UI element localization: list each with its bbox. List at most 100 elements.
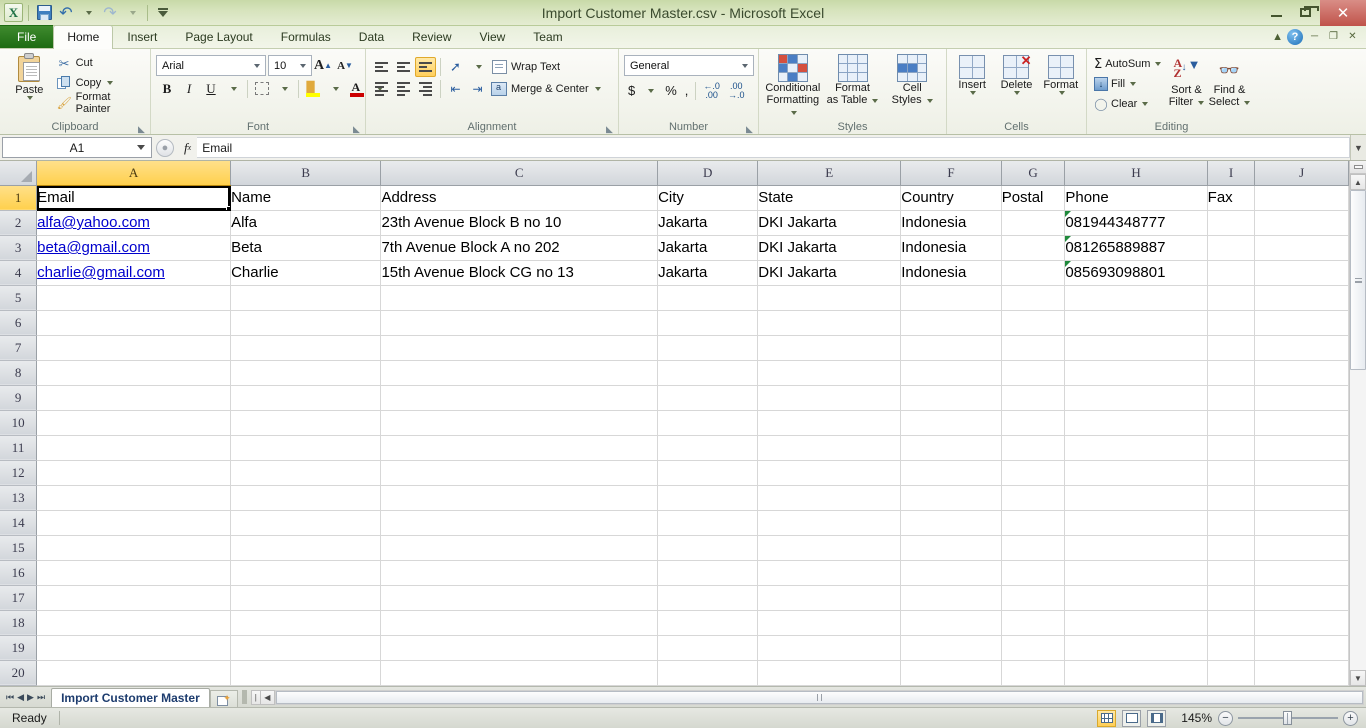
cell-B15[interactable] xyxy=(230,535,382,561)
cell-A5[interactable] xyxy=(36,285,232,311)
cell-A3[interactable]: beta@gmail.com xyxy=(36,235,232,261)
redo-icon[interactable]: ↷ xyxy=(100,3,120,23)
insert-cells-button[interactable]: Insert xyxy=(952,55,992,95)
cell-F7[interactable] xyxy=(900,335,1002,361)
cell-I16[interactable] xyxy=(1207,560,1256,586)
paste-button[interactable]: Paste xyxy=(5,52,54,100)
row-header-5[interactable]: 5 xyxy=(0,285,38,311)
cell-E19[interactable] xyxy=(757,635,902,661)
hscroll-left-button[interactable]: ◀ xyxy=(259,689,275,705)
cell-B19[interactable] xyxy=(230,635,382,661)
cell-D7[interactable] xyxy=(657,335,759,361)
cell-I6[interactable] xyxy=(1207,310,1256,336)
cell-C20[interactable] xyxy=(380,660,659,686)
cell-E6[interactable] xyxy=(757,310,902,336)
font-name-combobox[interactable]: Arial xyxy=(156,55,266,76)
cell-J15[interactable] xyxy=(1254,535,1349,561)
cell-D17[interactable] xyxy=(657,585,759,611)
cell-D16[interactable] xyxy=(657,560,759,586)
cell-F2[interactable]: Indonesia xyxy=(900,210,1002,236)
merge-center-button[interactable]: Merge & Center xyxy=(489,79,603,99)
cell-B4[interactable]: Charlie xyxy=(230,260,382,286)
cell-G13[interactable] xyxy=(1001,485,1066,511)
row-header-18[interactable]: 18 xyxy=(0,610,38,636)
row-header-2[interactable]: 2 xyxy=(0,210,38,236)
cell-D8[interactable] xyxy=(657,360,759,386)
cell-F6[interactable] xyxy=(900,310,1002,336)
scroll-down-button[interactable]: ▼ xyxy=(1350,670,1366,686)
column-header-c[interactable]: C xyxy=(380,161,659,186)
cell-D10[interactable] xyxy=(657,410,759,436)
cell-B1[interactable]: Name xyxy=(230,185,382,211)
cell-E4[interactable]: DKI Jakarta xyxy=(757,260,902,286)
cell-G11[interactable] xyxy=(1001,435,1066,461)
cell-E15[interactable] xyxy=(757,535,902,561)
cell-A14[interactable] xyxy=(36,510,232,536)
cell-A7[interactable] xyxy=(36,335,232,361)
cell-A8[interactable] xyxy=(36,360,232,386)
cell-I5[interactable] xyxy=(1207,285,1256,311)
column-header-f[interactable]: F xyxy=(900,161,1002,186)
orientation-button[interactable]: ➚ xyxy=(445,57,466,77)
autosum-dropdown-icon[interactable] xyxy=(1155,62,1162,66)
cell-I2[interactable] xyxy=(1207,210,1256,236)
minimize-ribbon-icon[interactable]: ▲ xyxy=(1272,31,1283,43)
cell-J4[interactable] xyxy=(1254,260,1349,286)
tab-review[interactable]: Review xyxy=(398,25,465,48)
cell-I9[interactable] xyxy=(1207,385,1256,411)
cell-G10[interactable] xyxy=(1001,410,1066,436)
cell-C17[interactable] xyxy=(380,585,659,611)
cell-F13[interactable] xyxy=(900,485,1002,511)
cell-C10[interactable] xyxy=(380,410,659,436)
tab-file[interactable]: File xyxy=(0,25,54,48)
insert-dropdown-icon[interactable] xyxy=(970,91,977,95)
cell-J5[interactable] xyxy=(1254,285,1349,311)
tab-split-handle[interactable] xyxy=(241,690,247,704)
cf-dropdown-icon[interactable] xyxy=(790,111,797,115)
align-left-button[interactable] xyxy=(371,79,392,99)
redo-dropdown-icon[interactable] xyxy=(122,3,142,23)
save-icon[interactable] xyxy=(34,3,54,23)
cell-A19[interactable] xyxy=(36,635,232,661)
cell-D18[interactable] xyxy=(657,610,759,636)
cell-G15[interactable] xyxy=(1001,535,1066,561)
next-sheet-icon[interactable]: ▶ xyxy=(27,692,34,703)
first-sheet-icon[interactable]: ⏮ xyxy=(6,692,14,703)
expand-formula-bar-icon[interactable]: ▼ xyxy=(1350,135,1366,160)
number-format-combobox[interactable]: General xyxy=(624,55,754,76)
cell-A4[interactable]: charlie@gmail.com xyxy=(36,260,232,286)
doc-close-icon[interactable]: ✕ xyxy=(1345,30,1360,43)
customize-qat-icon[interactable] xyxy=(153,3,173,23)
cell-B9[interactable] xyxy=(230,385,382,411)
doc-minimize-icon[interactable]: ─ xyxy=(1307,30,1322,43)
cell-E20[interactable] xyxy=(757,660,902,686)
cancel-formula-icon[interactable]: ● xyxy=(156,138,174,157)
bold-button[interactable]: B xyxy=(156,78,178,99)
column-header-i[interactable]: I xyxy=(1207,161,1256,186)
zoom-slider-track[interactable] xyxy=(1238,711,1338,726)
cell-E11[interactable] xyxy=(757,435,902,461)
cell-J10[interactable] xyxy=(1254,410,1349,436)
cell-J2[interactable] xyxy=(1254,210,1349,236)
cell-F8[interactable] xyxy=(900,360,1002,386)
align-top-button[interactable] xyxy=(371,57,392,77)
cell-A1[interactable]: Email xyxy=(36,185,232,211)
scroll-up-button[interactable]: ▲ xyxy=(1350,174,1366,190)
cell-A16[interactable] xyxy=(36,560,232,586)
cell-F16[interactable] xyxy=(900,560,1002,586)
horizontal-scroll-thumb[interactable] xyxy=(275,690,1363,704)
shrink-font-button[interactable]: A ▼ xyxy=(334,55,356,76)
format-painter-button[interactable]: 🖌 Format Painter xyxy=(54,91,145,115)
sort-filter-dropdown-icon[interactable] xyxy=(1198,101,1205,105)
cell-C16[interactable] xyxy=(380,560,659,586)
cell-H1[interactable]: Phone xyxy=(1064,185,1208,211)
cell-F1[interactable]: Country xyxy=(900,185,1002,211)
format-dropdown-icon[interactable] xyxy=(1058,91,1065,95)
font-name-dropdown-icon[interactable] xyxy=(254,63,260,68)
cell-C9[interactable] xyxy=(380,385,659,411)
cell-H5[interactable] xyxy=(1064,285,1208,311)
cell-C8[interactable] xyxy=(380,360,659,386)
row-header-4[interactable]: 4 xyxy=(0,260,38,286)
cell-J13[interactable] xyxy=(1254,485,1349,511)
borders-dropdown-icon[interactable] xyxy=(273,78,295,99)
